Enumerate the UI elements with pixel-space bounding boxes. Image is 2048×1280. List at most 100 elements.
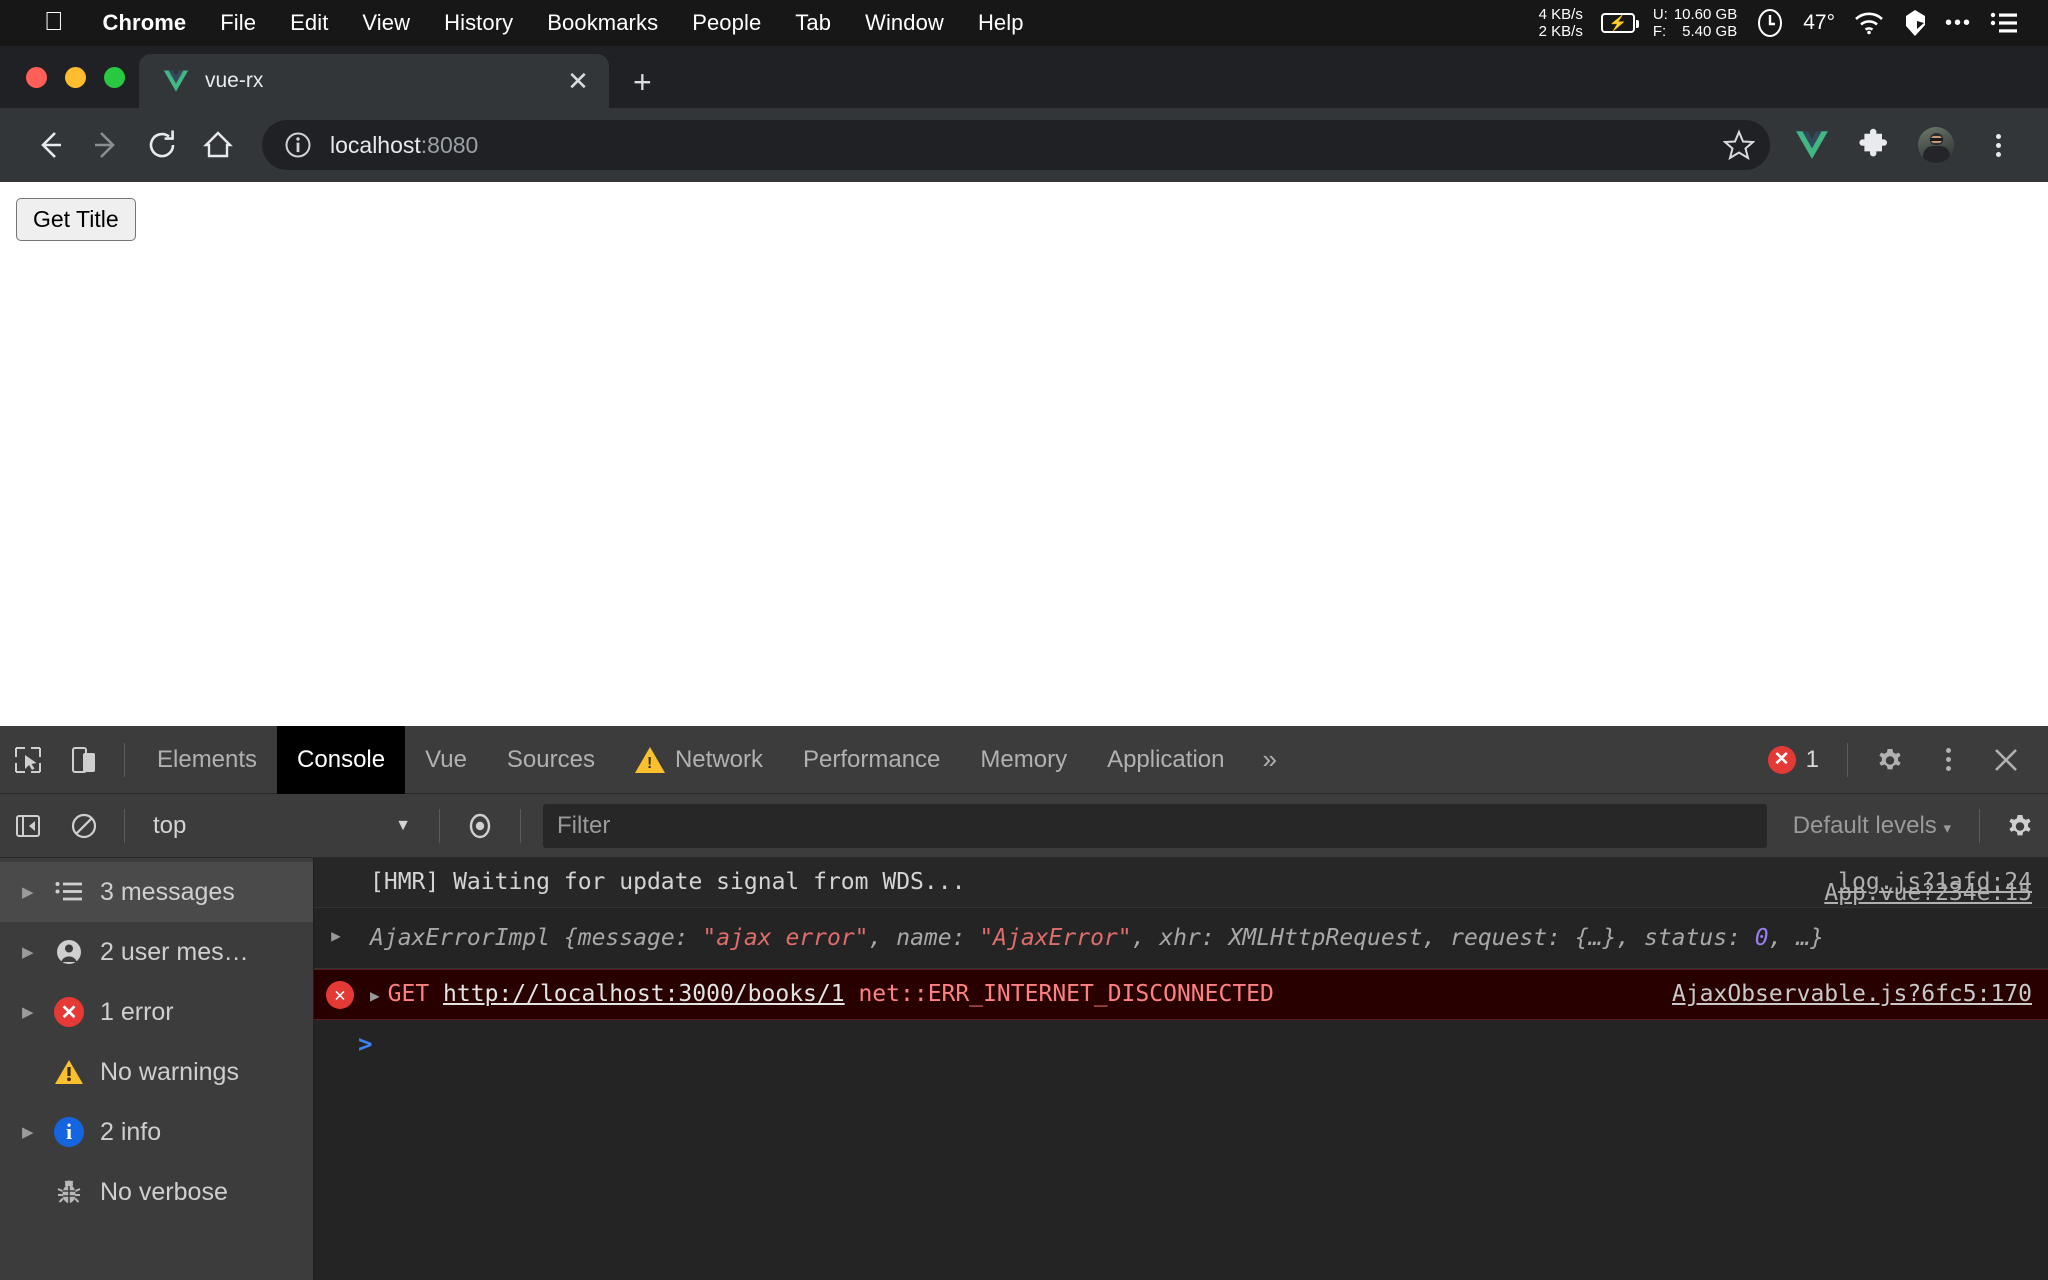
sidebar-item-warnings[interactable]: ▶ No warnings bbox=[0, 1042, 313, 1102]
vue-devtools-button[interactable] bbox=[1784, 117, 1840, 173]
error-circle-icon: ✕ bbox=[1767, 745, 1796, 774]
chevron-right-icon[interactable]: ▶ bbox=[22, 1123, 38, 1141]
menu-item-window[interactable]: Window bbox=[848, 10, 961, 36]
gear-icon bbox=[1879, 748, 1901, 769]
sidebar-item-info[interactable]: ▶ i 2 info bbox=[0, 1102, 313, 1162]
browser-tab-vue-rx[interactable]: vue-rx ✕ bbox=[139, 54, 609, 108]
reload-button[interactable] bbox=[134, 117, 190, 173]
tab-console[interactable]: Console bbox=[277, 725, 406, 794]
console-prompt[interactable]: > bbox=[314, 1019, 2048, 1068]
window-close-button[interactable] bbox=[26, 66, 47, 88]
sidebar-toggle-icon[interactable] bbox=[0, 792, 56, 860]
console-message-log[interactable]: [HMR] Waiting for update signal from WDS… bbox=[314, 858, 2048, 908]
tab-elements[interactable]: Elements bbox=[137, 726, 277, 794]
page-viewport: Get Title bbox=[0, 182, 2048, 726]
devtools-settings-button[interactable] bbox=[1862, 726, 1918, 794]
get-title-button[interactable]: Get Title bbox=[16, 198, 136, 241]
sidebar-item-label: No warnings bbox=[100, 1057, 239, 1086]
message-gutter: ▶ bbox=[314, 922, 366, 948]
console-message-list[interactable]: [HMR] Waiting for update signal from WDS… bbox=[314, 858, 2048, 1280]
window-traffic-lights bbox=[18, 46, 139, 108]
window-maximize-button[interactable] bbox=[104, 66, 125, 88]
puzzle-piece-icon bbox=[1859, 128, 1887, 157]
menu-item-tab[interactable]: Tab bbox=[778, 10, 848, 36]
tab-title: vue-rx bbox=[205, 69, 264, 92]
sidebar-item-errors[interactable]: ▶ ✕ 1 error bbox=[0, 982, 313, 1042]
info-circle-icon[interactable] bbox=[284, 131, 312, 159]
back-button[interactable] bbox=[22, 117, 78, 173]
extensions-button[interactable] bbox=[1846, 117, 1902, 173]
menu-item-chrome[interactable]: Chrome bbox=[86, 10, 204, 36]
chevron-right-icon[interactable]: ▶ bbox=[22, 943, 38, 961]
tab-application[interactable]: Application bbox=[1087, 726, 1244, 794]
error-request-url[interactable]: http://localhost:3000/books/1 bbox=[443, 981, 845, 1007]
live-expression-eye-icon[interactable] bbox=[452, 792, 508, 860]
devtools-more-button[interactable] bbox=[1920, 726, 1976, 794]
list-menu-icon[interactable] bbox=[1990, 11, 2018, 35]
analog-clock-icon[interactable] bbox=[1755, 7, 1785, 39]
sidebar-item-user-messages[interactable]: ▶ 2 user mes… bbox=[0, 922, 313, 982]
sidebar-item-verbose[interactable]: ▶ No verbose bbox=[0, 1162, 313, 1222]
disclosure-triangle-icon[interactable]: ▶ bbox=[331, 925, 349, 948]
network-speed-indicator[interactable]: 4 KB/s 2 KB/s bbox=[1539, 6, 1583, 40]
devtools-close-button[interactable] bbox=[1978, 726, 2034, 794]
menu-item-people[interactable]: People bbox=[675, 10, 778, 36]
tab-strip: vue-rx ✕ + bbox=[0, 46, 2048, 108]
console-object-source-link[interactable]: App.vue?234e:15 bbox=[1800, 877, 2032, 910]
console-message-error[interactable]: ✕ ▶ GET http://localhost:3000/books/1 net… bbox=[314, 969, 2048, 1020]
tab-vue[interactable]: Vue bbox=[405, 726, 487, 794]
tab-network[interactable]: Network bbox=[615, 726, 783, 794]
memory-used-value: 10.60 GB bbox=[1673, 6, 1738, 23]
apple-logo-icon[interactable]:  bbox=[44, 8, 64, 34]
address-bar[interactable]: localhost:8080 bbox=[262, 120, 1770, 170]
chevron-right-icon[interactable]: ▶ bbox=[22, 883, 38, 901]
bug-icon bbox=[52, 1178, 86, 1206]
menu-item-file[interactable]: File bbox=[203, 10, 273, 36]
menu-item-help[interactable]: Help bbox=[961, 10, 1041, 36]
memory-indicator[interactable]: U: F: 10.60 GB 5.40 GB bbox=[1653, 6, 1737, 40]
devtools-tab-bar: Elements Console Vue Sources Network Per… bbox=[0, 725, 2048, 794]
inspect-element-icon[interactable] bbox=[0, 726, 56, 794]
shield-icon[interactable] bbox=[1903, 9, 1927, 37]
tab-performance[interactable]: Performance bbox=[783, 726, 960, 794]
chrome-menu-button[interactable] bbox=[1970, 117, 2026, 173]
double-chevron-right-icon[interactable]: » bbox=[1244, 726, 1294, 794]
menu-item-bookmarks[interactable]: Bookmarks bbox=[530, 10, 675, 36]
ellipsis-icon[interactable]: ••• bbox=[1945, 12, 1972, 35]
profile-button[interactable] bbox=[1908, 117, 1964, 173]
new-tab-button[interactable]: + bbox=[633, 66, 652, 98]
window-minimize-button[interactable] bbox=[65, 66, 86, 88]
home-button[interactable] bbox=[190, 117, 246, 173]
error-count-badge[interactable]: ✕ 1 bbox=[1754, 745, 1833, 774]
wifi-icon[interactable] bbox=[1853, 11, 1885, 35]
menu-item-view[interactable]: View bbox=[345, 10, 427, 36]
console-body: ▶ 3 messages ▶ 2 user mes… ▶ ✕ 1 error N… bbox=[0, 858, 2048, 1280]
console-log-levels-selector[interactable]: Default levels ▾ bbox=[1777, 812, 1967, 840]
menu-item-history[interactable]: History bbox=[427, 10, 530, 36]
error-circle-icon: ✕ bbox=[326, 981, 354, 1010]
disclosure-triangle-icon[interactable]: ▶ bbox=[370, 986, 388, 1005]
tab-close-icon[interactable]: ✕ bbox=[561, 68, 595, 94]
device-toolbar-icon[interactable] bbox=[56, 726, 112, 794]
temperature-indicator[interactable]: 47° bbox=[1803, 11, 1835, 35]
forward-button[interactable] bbox=[78, 117, 134, 173]
chevron-right-icon[interactable]: ▶ bbox=[22, 1003, 38, 1021]
browser-toolbar: localhost:8080 bbox=[0, 108, 2048, 182]
bookmark-button[interactable] bbox=[1708, 120, 1770, 170]
tab-memory[interactable]: Memory bbox=[960, 726, 1087, 794]
console-message-object[interactable]: ▶ AjaxErrorImpl {message: "ajax error", … bbox=[314, 880, 2048, 970]
macos-menu-bar:  Chrome File Edit View History Bookmark… bbox=[0, 0, 2048, 46]
close-icon bbox=[1995, 748, 2017, 771]
clear-console-icon[interactable] bbox=[56, 792, 112, 860]
divider bbox=[124, 808, 125, 843]
battery-charging-icon[interactable]: ⚡ bbox=[1600, 13, 1639, 33]
sidebar-item-all-messages[interactable]: ▶ 3 messages bbox=[0, 862, 313, 922]
console-context-selector[interactable]: top ▼ bbox=[137, 812, 427, 840]
console-filter-input[interactable] bbox=[543, 803, 1767, 848]
error-count: 1 bbox=[1805, 745, 1819, 773]
console-error-source-link[interactable]: AjaxObservable.js?6fc5:170 bbox=[1648, 978, 2032, 1011]
console-settings-button[interactable] bbox=[1992, 792, 2048, 860]
divider bbox=[124, 742, 125, 777]
tab-sources[interactable]: Sources bbox=[487, 726, 615, 794]
menu-item-edit[interactable]: Edit bbox=[273, 10, 345, 36]
